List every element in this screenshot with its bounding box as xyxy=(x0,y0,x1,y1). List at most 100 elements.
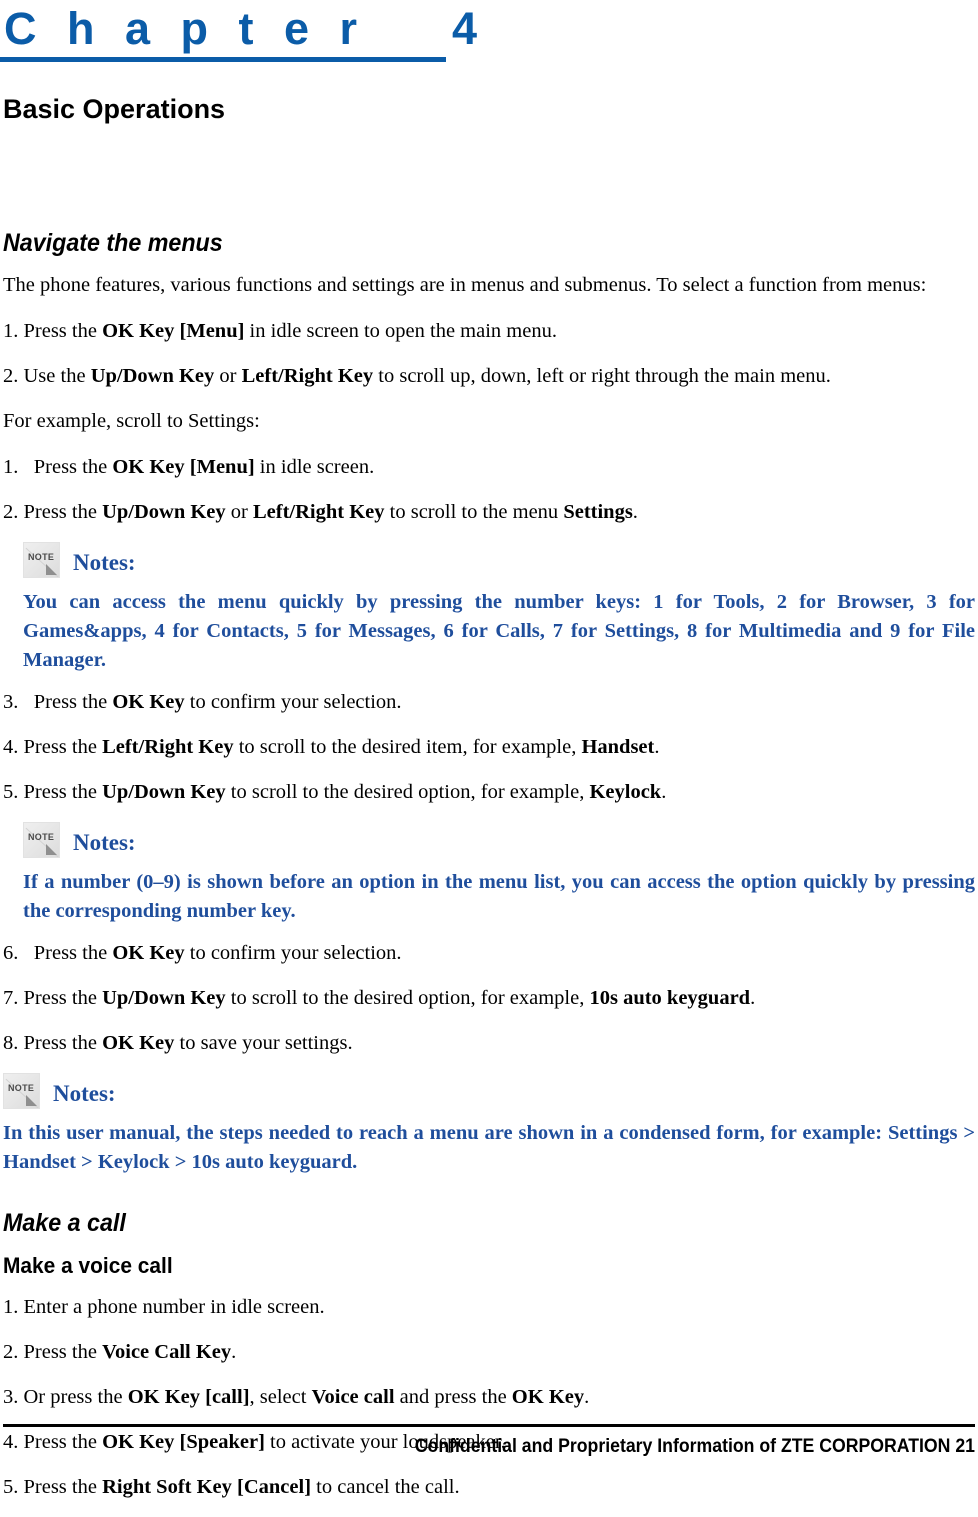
note-icon-label: NOTE xyxy=(28,832,55,842)
step-text-mid2: to scroll to the desired option, for exa… xyxy=(225,987,590,1009)
section-heading-navigate-the-menus: Navigate the menus xyxy=(3,229,223,257)
step-item: 8. Press the OK Key to save your setting… xyxy=(3,1028,975,1058)
step-keyword: Up/Down Key xyxy=(102,501,226,523)
note-header: NOTE Notes: xyxy=(3,1073,975,1113)
note-header: NOTE Notes: xyxy=(3,542,975,582)
step-keyword: Up/Down Key xyxy=(90,365,215,387)
chapter-heading-block: C h a p t e r 4 xyxy=(0,2,487,62)
page-title: Basic Operations xyxy=(3,94,226,124)
note-body: In this user manual, the steps needed to… xyxy=(3,1122,975,1173)
step-number: 2. xyxy=(3,365,19,387)
step-number: 5. xyxy=(3,781,19,803)
step-text-mid: or xyxy=(225,501,253,523)
step-number: 3. xyxy=(3,691,19,713)
chapter-label: C h a p t e r 4 xyxy=(4,3,487,54)
note-icon: NOTE xyxy=(23,822,60,858)
step-text-suffix: . xyxy=(632,501,638,523)
step-number: 8. xyxy=(3,1032,19,1054)
step-item: 3. Or press the OK Key [call], select Vo… xyxy=(3,1382,975,1412)
document-page: C h a p t e r 4 Basic Operations Navigat… xyxy=(0,0,978,1498)
step-item: 2. Press the Up/Down Key or Left/Right K… xyxy=(3,497,975,527)
step-text-mid2: to scroll to the menu xyxy=(384,501,564,523)
note-body: If a number (0–9) is shown before an opt… xyxy=(23,871,975,922)
step-number: 1. xyxy=(3,1296,19,1318)
step-text-suffix: . xyxy=(750,987,756,1009)
subsection-heading-make-a-voice-call: Make a voice call xyxy=(3,1253,173,1278)
step-item: 7. Press the Up/Down Key to scroll to th… xyxy=(3,983,975,1013)
step-keyword: Voice Call Key xyxy=(102,1341,232,1363)
page-footer: Confidential and Proprietary Information… xyxy=(3,1424,975,1459)
step-number: 6. xyxy=(3,942,19,964)
note-icon: NOTE xyxy=(23,542,60,578)
step-keyword: OK Key [call] xyxy=(127,1386,250,1408)
step-item: 6. Press the OK Key to confirm your sele… xyxy=(3,938,975,968)
step-text-suffix: . xyxy=(661,781,667,803)
step-text-mid: or xyxy=(214,365,242,387)
note-icon-fold-corner xyxy=(46,564,57,575)
step-number: 7. xyxy=(3,987,19,1009)
step-text-suffix: to cancel the call. xyxy=(311,1476,460,1498)
step-keyword: Handset xyxy=(581,736,655,758)
step-keyword: OK Key [Menu] xyxy=(112,456,255,478)
step-item: 2. Use the Up/Down Key or Left/Right Key… xyxy=(3,361,975,391)
step-keyword: Up/Down Key xyxy=(102,781,226,803)
step-keyword: OK Key xyxy=(112,942,185,964)
step-text-prefix: Press the xyxy=(23,781,103,803)
step-number: 2. xyxy=(3,501,19,523)
note-label: Notes: xyxy=(53,1081,116,1106)
note-header: NOTE Notes: xyxy=(3,822,975,862)
step-item: 1. Press the OK Key [Menu] in idle scree… xyxy=(3,316,975,346)
step-keyword: OK Key xyxy=(511,1386,585,1408)
step-item: 3. Press the OK Key to confirm your sele… xyxy=(3,687,975,717)
note-body: You can access the menu quickly by press… xyxy=(23,591,975,671)
step-text-prefix: Press the xyxy=(23,987,103,1009)
chapter-underline-rule xyxy=(0,57,446,62)
step-item: 1. Press the OK Key [Menu] in idle scree… xyxy=(3,452,975,482)
step-number: 4. xyxy=(3,736,19,758)
step-keyword: OK Key xyxy=(112,691,185,713)
step-keyword: Voice call xyxy=(311,1386,395,1408)
step-text-prefix: Enter a phone number in idle screen. xyxy=(23,1296,325,1318)
step-text-mid2: , select xyxy=(249,1386,312,1408)
step-item: 4. Press the Left/Right Key to scroll to… xyxy=(3,732,975,762)
step-keyword: Right Soft Key [Cancel] xyxy=(102,1476,312,1498)
step-text-prefix: Use the xyxy=(23,365,91,387)
step-keyword: Up/Down Key xyxy=(102,987,226,1009)
note-icon-fold-corner xyxy=(26,1095,37,1106)
note-icon-label: NOTE xyxy=(8,1083,35,1093)
step-number: 2. xyxy=(3,1341,19,1363)
step-text-prefix: Or press the xyxy=(23,1386,128,1408)
step-keyword: Left/Right Key xyxy=(241,365,374,387)
step-text-prefix: Press the xyxy=(23,736,103,758)
step-text-prefix: Press the xyxy=(33,942,113,964)
step-keyword: Keylock xyxy=(589,781,662,803)
step-text-prefix: Press the xyxy=(33,691,113,713)
section-heading-make-a-call: Make a call xyxy=(3,1209,126,1237)
step-text-mid2: to scroll to the desired item, for examp… xyxy=(233,736,582,758)
step-text-prefix: Press the xyxy=(23,1032,103,1054)
document-content: Navigate the menus The phone features, v… xyxy=(3,228,975,1517)
step-text-suffix: . xyxy=(231,1341,237,1363)
step-text-suffix: . xyxy=(654,736,660,758)
step-keyword: Left/Right Key xyxy=(102,736,234,758)
step-text-prefix: Press the xyxy=(23,501,103,523)
step-number: 1. xyxy=(3,456,19,478)
note-label: Notes: xyxy=(73,550,136,575)
step-text-suffix: to scroll up, down, left or right throug… xyxy=(373,365,831,387)
step-item: 5. Press the Right Soft Key [Cancel] to … xyxy=(3,1472,975,1502)
note-icon-fold-corner xyxy=(46,844,57,855)
step-text-mid3: and press the xyxy=(394,1386,512,1408)
note-label: Notes: xyxy=(73,830,136,855)
step-text-suffix: to confirm your selection. xyxy=(184,691,402,713)
step-item: 2. Press the Voice Call Key. xyxy=(3,1337,975,1367)
step-text-suffix: to save your settings. xyxy=(174,1032,353,1054)
step-number: 5. xyxy=(3,1476,19,1498)
step-text-suffix: to confirm your selection. xyxy=(184,942,402,964)
step-keyword: Left/Right Key xyxy=(253,501,385,523)
intro-paragraph: The phone features, various functions an… xyxy=(3,274,927,296)
footer-text: Confidential and Proprietary Information… xyxy=(414,1436,975,1457)
step-text-suffix: . xyxy=(584,1386,590,1408)
step-text-mid2: to scroll to the desired option, for exa… xyxy=(225,781,590,803)
